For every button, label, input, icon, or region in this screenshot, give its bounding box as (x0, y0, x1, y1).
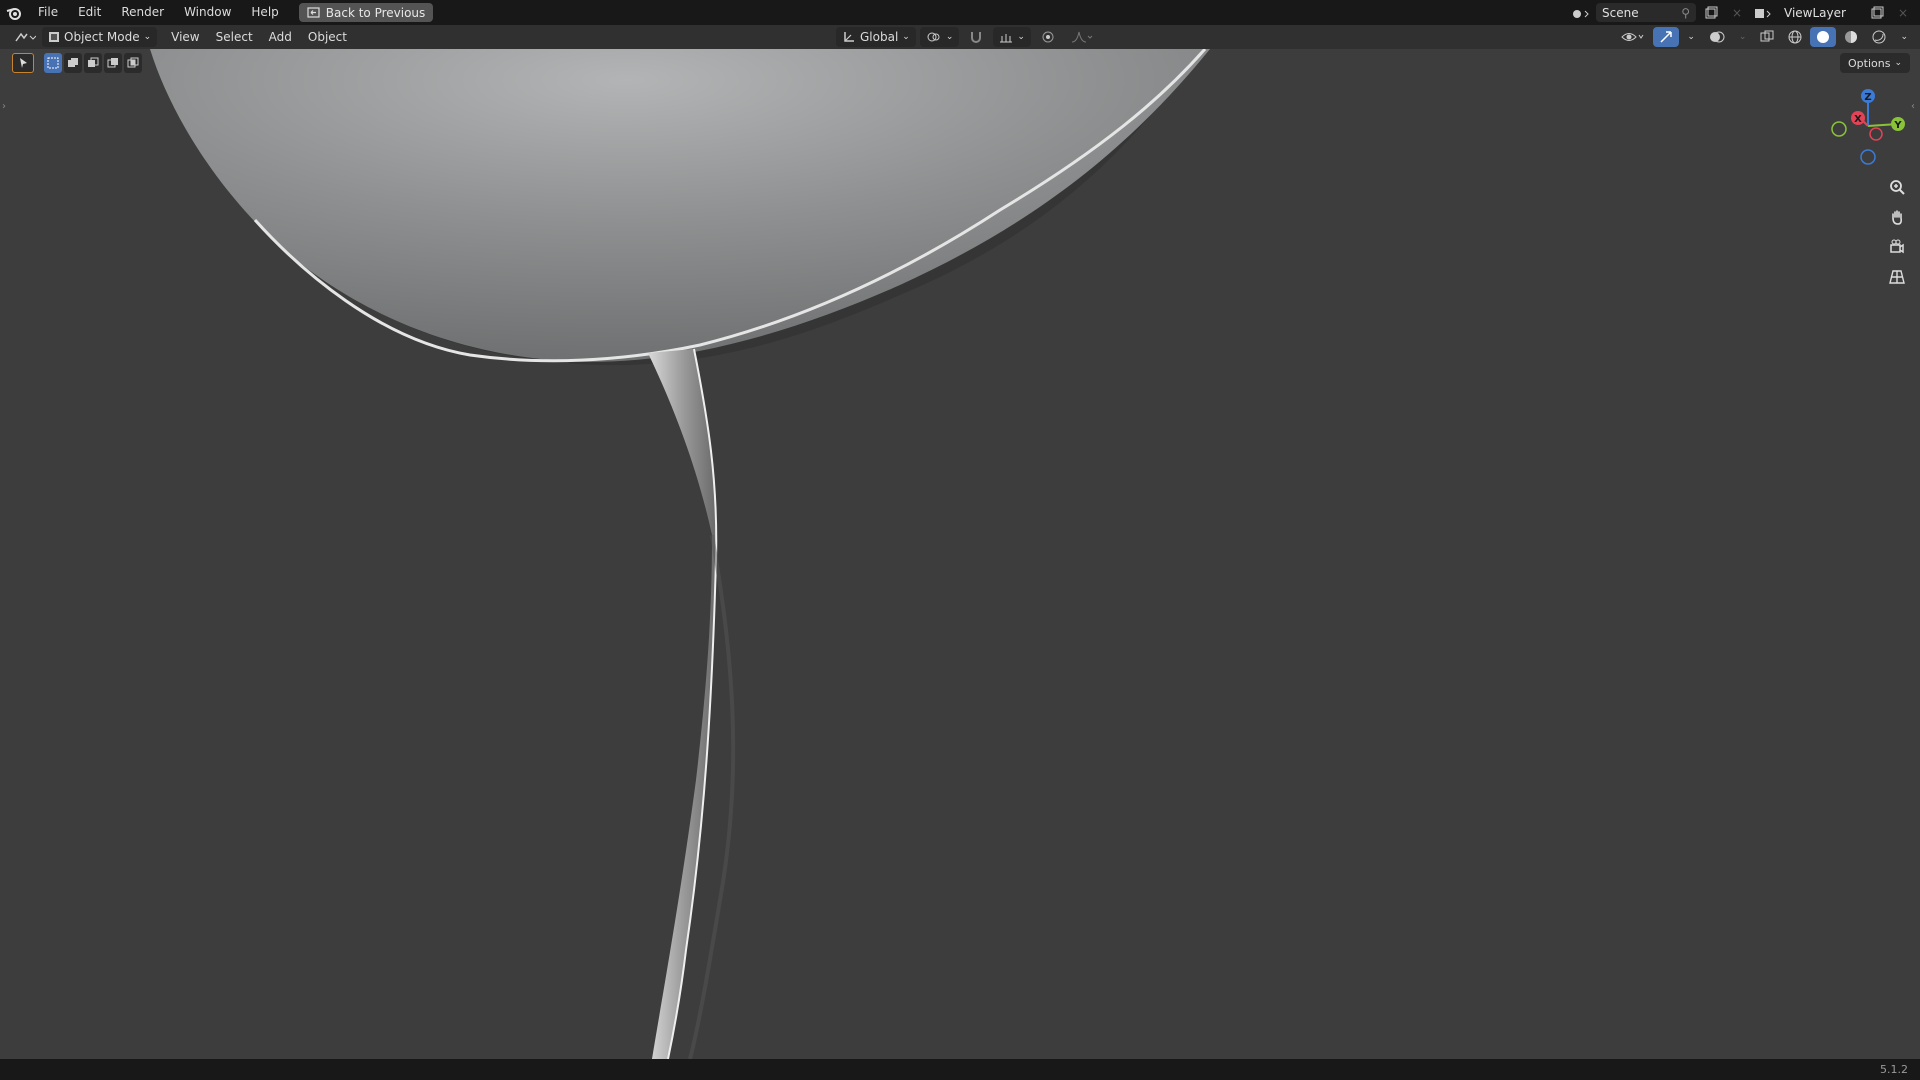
mode-dropdown[interactable]: Object Mode ⌄ (42, 27, 158, 47)
chevron-down-icon: ⌄ (1017, 32, 1025, 42)
top-bar: File Edit Render Window Help Back to Pre… (0, 0, 1920, 25)
new-scene-icon[interactable] (1700, 3, 1722, 22)
menu-add[interactable]: Add (263, 27, 298, 47)
scene-name-field[interactable]: Scene ⚲ (1596, 3, 1696, 22)
gizmo-icon (1660, 31, 1673, 43)
back-to-previous-label: Back to Previous (325, 5, 426, 20)
orientation-label: Global (860, 30, 899, 44)
pivot-icon (927, 32, 940, 42)
menu-file[interactable]: File (28, 0, 68, 25)
material-sphere-icon (1845, 31, 1858, 43)
chevron-down-icon: ⌄ (1900, 32, 1908, 42)
snap-increment-icon (1000, 34, 1013, 43)
shading-rendered-button[interactable] (1866, 27, 1892, 47)
shading-options-dropdown[interactable]: ⌄ (1894, 27, 1914, 47)
shading-material-button[interactable] (1838, 27, 1864, 47)
delete-view-layer-icon[interactable]: × (1892, 3, 1914, 22)
editor-type-button[interactable] (8, 27, 42, 47)
version-label: 5.1.2 (1880, 1063, 1908, 1076)
gizmo-neg-z-circle[interactable] (1860, 149, 1876, 165)
falloff-dropdown[interactable] (1065, 27, 1099, 47)
chevron-down-icon: ⌄ (902, 32, 910, 42)
menu-help[interactable]: Help (241, 0, 288, 25)
status-bar: 5.1.2 (0, 1059, 1920, 1080)
pan-hand-icon[interactable] (1884, 206, 1910, 228)
perspective-grid-icon[interactable] (1884, 266, 1910, 288)
proportional-editing-icon (1042, 31, 1054, 43)
menu-object[interactable]: Object (302, 27, 353, 47)
view-layer-selector-icon[interactable] (1752, 3, 1774, 22)
magnet-icon (971, 32, 982, 43)
back-screen-icon (307, 7, 320, 18)
zoom-icon[interactable] (1884, 176, 1910, 198)
transform-orientation-dropdown[interactable]: Global ⌄ (836, 27, 916, 47)
wireframe-sphere-icon (1788, 30, 1802, 44)
camera-view-icon[interactable] (1884, 236, 1910, 258)
editor-type-icon (15, 32, 36, 42)
menu-select[interactable]: Select (210, 27, 259, 47)
view-layer-name: ViewLayer (1784, 5, 1846, 20)
rendered-sphere-icon (1872, 30, 1886, 44)
gizmo-options-dropdown[interactable]: ⌄ (1681, 27, 1701, 47)
gizmo-neg-y-circle[interactable] (1831, 121, 1847, 137)
delete-scene-icon[interactable]: × (1726, 3, 1748, 22)
viewport-header: Object Mode ⌄ View Select Add Object Glo… (0, 25, 1920, 49)
menu-render[interactable]: Render (111, 0, 174, 25)
menu-window[interactable]: Window (174, 0, 241, 25)
chevron-down-icon: ⌄ (1738, 32, 1747, 42)
selection-mode-group (44, 53, 142, 73)
chevron-down-icon: ⌄ (143, 32, 152, 42)
chevron-down-icon: ⌄ (1687, 32, 1695, 42)
gizmo-x-label: X (1854, 114, 1862, 125)
chevron-down-icon: ⌄ (945, 32, 954, 42)
select-extend-icon[interactable] (64, 53, 82, 73)
chevron-down-icon: ⌄ (1894, 58, 1902, 68)
shading-wireframe-button[interactable] (1782, 27, 1808, 47)
new-view-layer-icon[interactable] (1866, 3, 1888, 22)
gizmo-y-label: Y (1893, 120, 1902, 131)
balloon-mesh (150, 49, 1210, 1059)
scene-selector-icon[interactable] (1570, 3, 1592, 22)
options-label: Options (1848, 56, 1891, 70)
select-invert-icon[interactable] (104, 53, 122, 73)
show-overlays-toggle[interactable] (1703, 27, 1731, 47)
select-intersect-icon[interactable] (124, 53, 142, 73)
select-tool-icon[interactable] (12, 53, 34, 73)
show-gizmo-toggle[interactable] (1653, 27, 1680, 47)
mode-label: Object Mode (64, 30, 140, 44)
viewport-tool-row (12, 53, 142, 73)
sidebar-expand-arrow-icon[interactable]: ‹ (1911, 101, 1915, 112)
pin-icon[interactable]: ⚲ (1681, 6, 1690, 20)
snap-toggle[interactable] (963, 27, 989, 47)
snap-target-dropdown[interactable]: ⌄ (993, 27, 1031, 47)
solid-sphere-icon (1817, 31, 1830, 43)
overlays-dropdown[interactable]: ⌄ (1733, 27, 1753, 47)
object-mode-icon (49, 32, 59, 42)
pivot-point-dropdown[interactable]: ⌄ (919, 27, 960, 47)
menu-view[interactable]: View (165, 27, 205, 47)
blender-logo-icon[interactable] (0, 0, 28, 25)
gizmo-z-label: Z (1864, 92, 1871, 103)
object-visibility-dropdown[interactable] (1615, 27, 1651, 47)
xray-toggle[interactable] (1754, 27, 1780, 47)
falloff-curve-icon (1071, 31, 1093, 43)
back-to-previous-button[interactable]: Back to Previous (298, 3, 434, 22)
orientation-axes-icon (844, 32, 854, 42)
gizmo-neg-x-circle[interactable] (1869, 127, 1883, 141)
select-new-icon[interactable] (44, 53, 62, 73)
options-dropdown[interactable]: Options ⌄ (1840, 53, 1910, 73)
navigation-gizmo[interactable]: Z Y X (1828, 86, 1908, 166)
view-layer-field[interactable]: ViewLayer (1778, 3, 1862, 22)
shading-solid-button[interactable] (1810, 27, 1837, 47)
overlays-icon (1709, 31, 1725, 43)
navigation-tools (1884, 176, 1910, 288)
toolbar-expand-arrow-icon[interactable]: › (2, 101, 6, 112)
select-subtract-icon[interactable] (84, 53, 102, 73)
scene-name: Scene (1602, 5, 1639, 20)
proportional-editing-toggle[interactable] (1035, 27, 1061, 47)
xray-icon (1760, 30, 1774, 42)
eye-icon (1621, 33, 1644, 41)
3d-viewport[interactable] (0, 49, 1920, 1059)
menu-edit[interactable]: Edit (68, 0, 111, 25)
